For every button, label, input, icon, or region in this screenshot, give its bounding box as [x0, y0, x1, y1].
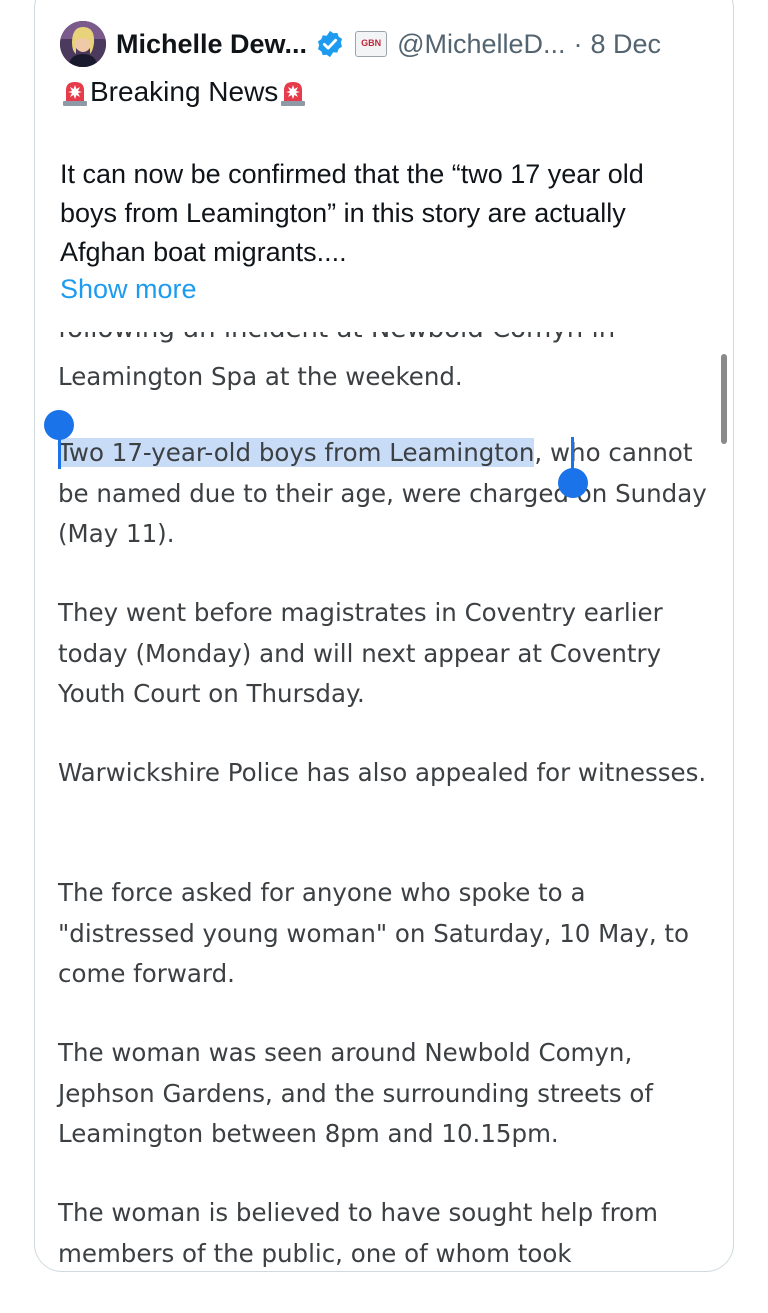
- article-paragraph: The woman is believed to have sought hel…: [58, 1198, 658, 1268]
- breaking-heading-text: Breaking News: [90, 76, 279, 107]
- gb-news-badge-icon[interactable]: GBN: [355, 31, 388, 57]
- article-paragraph-selected: Two 17-year-old boys from Leamington, wh…: [58, 438, 707, 548]
- selection-end-cursor: [571, 437, 574, 471]
- siren-icon: [60, 76, 90, 108]
- article-paragraph: They went before magistrates in Coventry…: [58, 598, 663, 708]
- article-screenshot[interactable]: following an incident at Newbold Comyn i…: [38, 330, 728, 1270]
- show-more-link[interactable]: Show more: [60, 274, 197, 305]
- verified-badge-icon: [315, 29, 345, 59]
- selection-start-cursor: [58, 435, 61, 469]
- breaking-heading: Breaking News: [60, 76, 308, 108]
- author-handle[interactable]: @MichelleD...: [397, 29, 565, 60]
- tweet-date[interactable]: 8 Dec: [591, 29, 662, 60]
- article-paragraph: Leamington Spa at the weekend.: [58, 362, 463, 391]
- siren-icon: [278, 76, 308, 108]
- tweet-header: Michelle Dew... GBN @MichelleD... · 8 De…: [60, 18, 661, 70]
- selection-end-handle[interactable]: [558, 468, 588, 498]
- article-paragraph: The woman was seen around Newbold Comyn,…: [58, 1038, 654, 1148]
- selected-text[interactable]: Two 17-year-old boys from Leamington: [58, 438, 535, 467]
- scrollbar-thumb[interactable]: [721, 354, 727, 444]
- avatar[interactable]: [60, 21, 106, 67]
- article-paragraph: Warwickshire Police has also appealed fo…: [58, 758, 707, 787]
- article-paragraph: The force asked for anyone who spoke to …: [58, 878, 689, 988]
- tweet-body: It can now be confirmed that the “two 17…: [60, 159, 644, 267]
- article-cut-line: following an incident at Newbold Comyn i…: [58, 332, 678, 350]
- separator-dot: ·: [573, 28, 583, 59]
- author-name[interactable]: Michelle Dew...: [116, 29, 307, 60]
